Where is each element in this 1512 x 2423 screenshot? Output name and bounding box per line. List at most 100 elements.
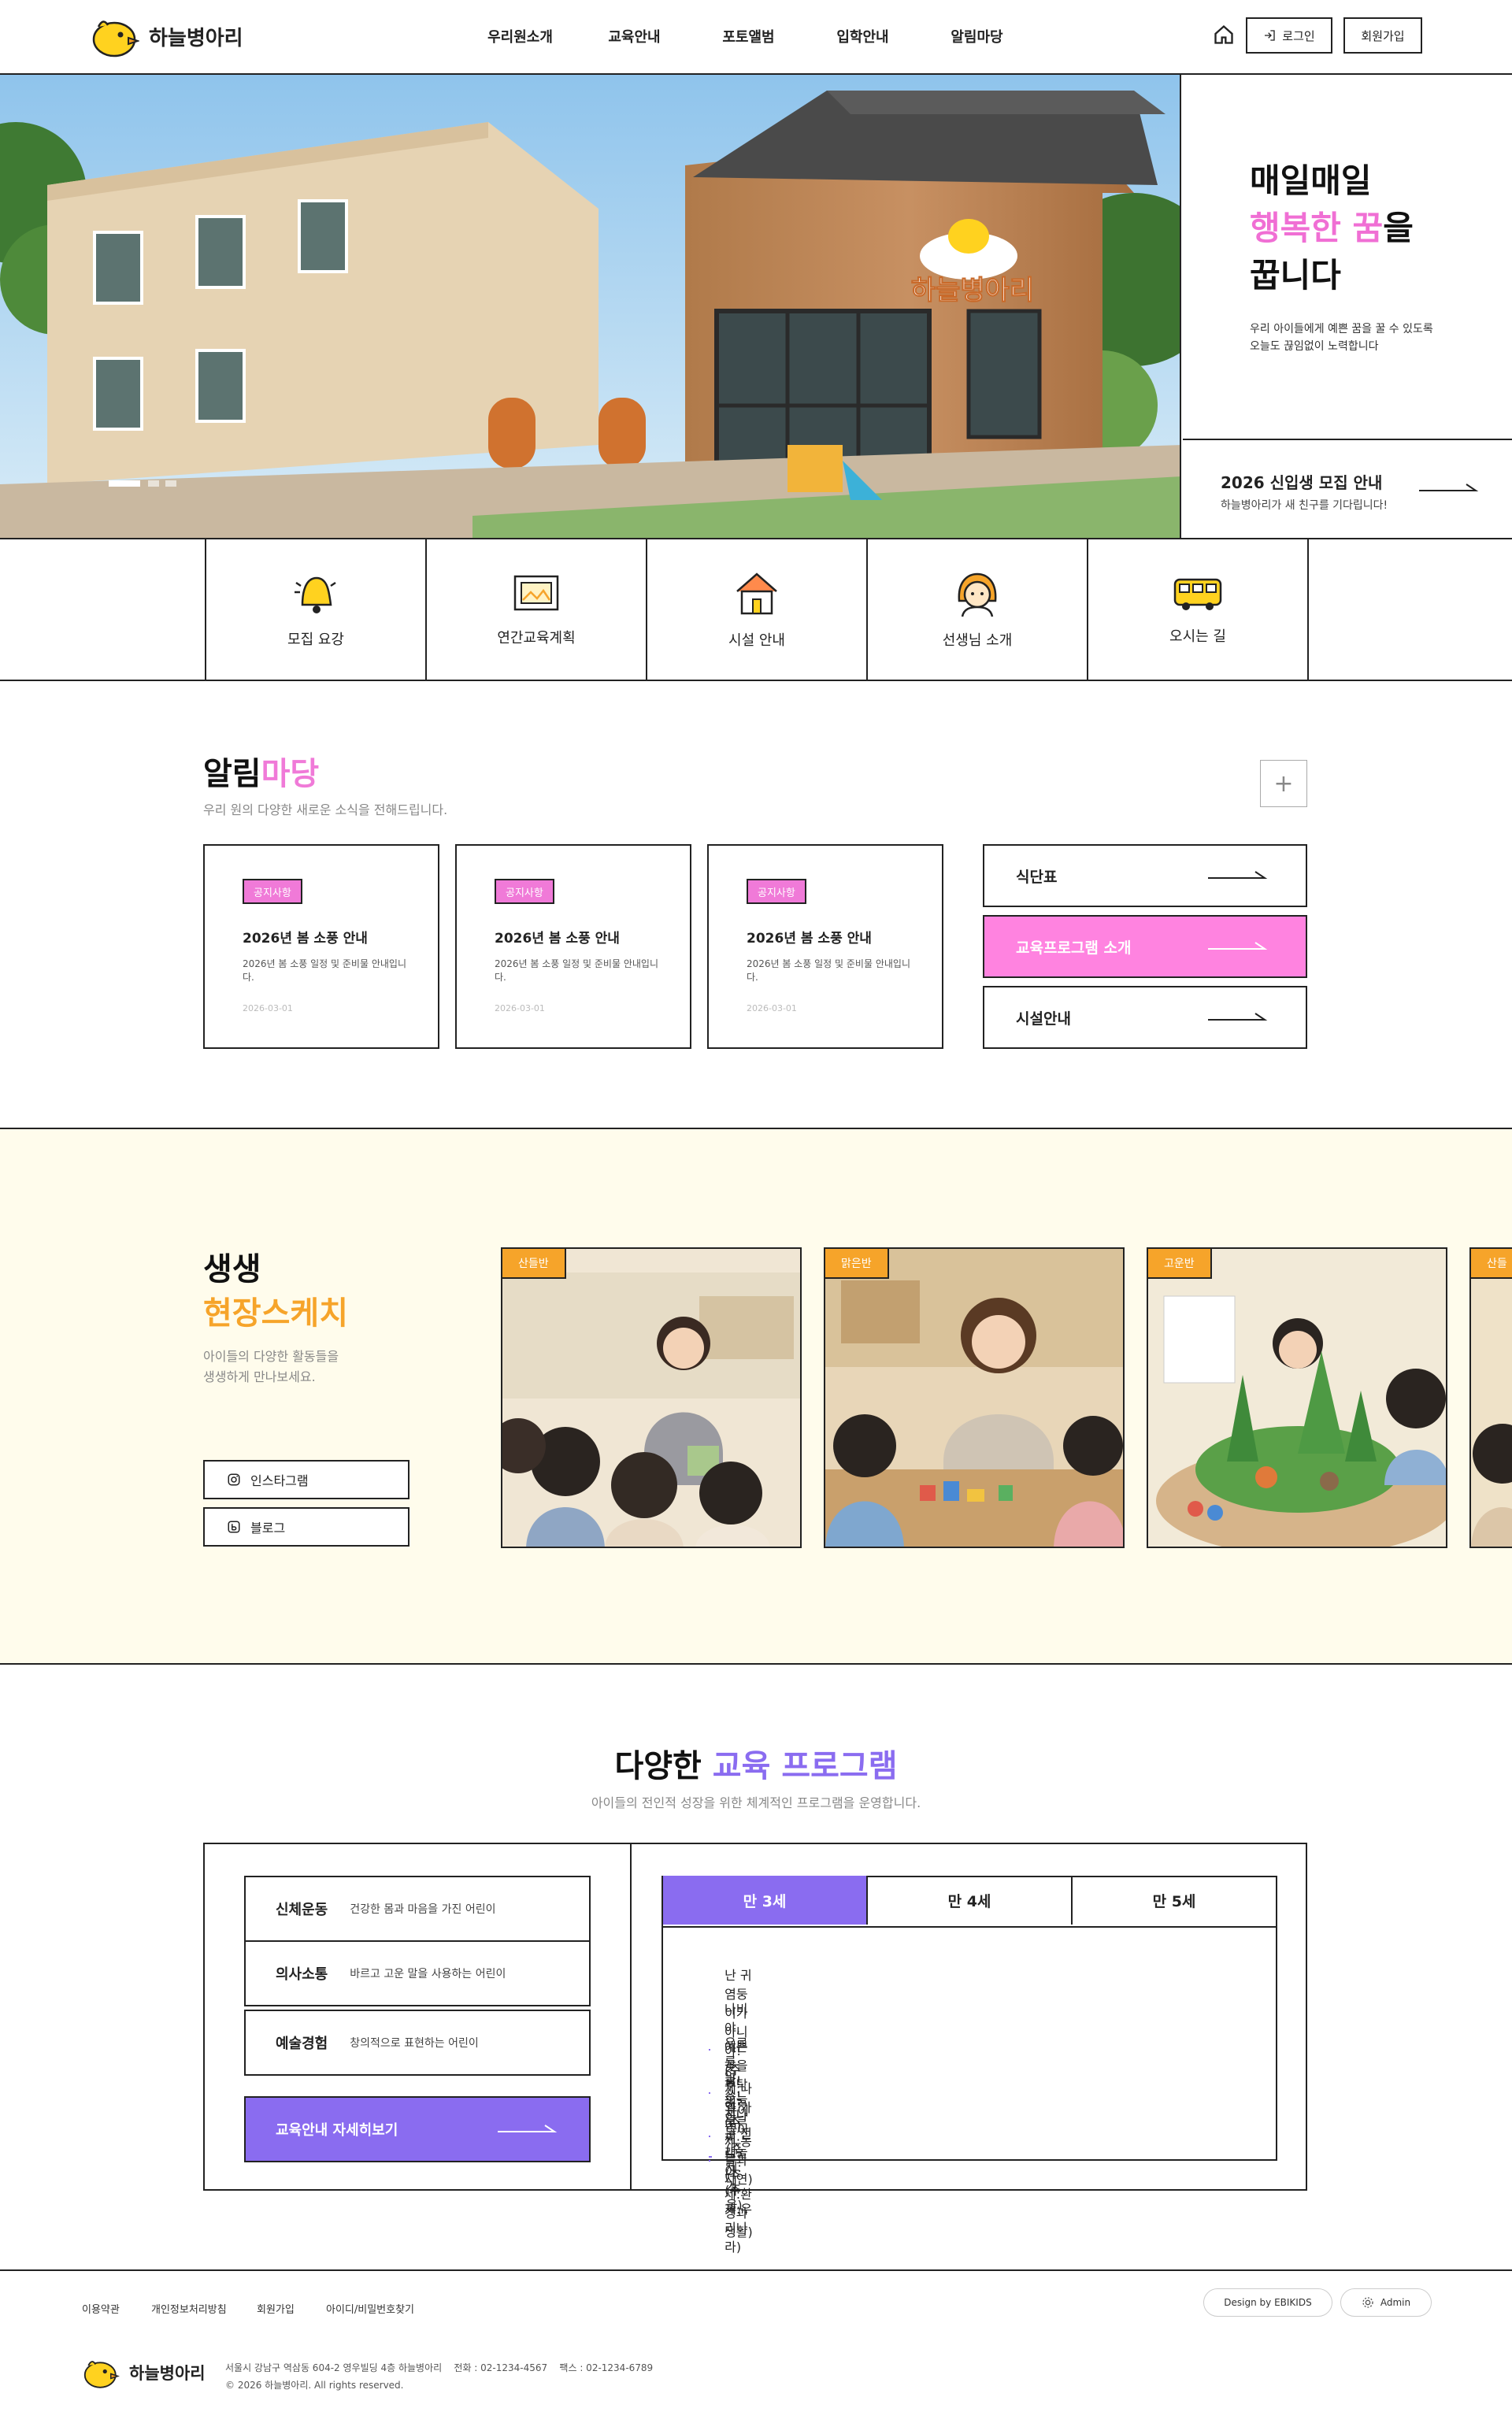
main-nav: 우리원소개 교육안내 포토앨범 입학안내 알림마당 (463, 0, 1034, 72)
hero-image: 하늘병아리 (0, 75, 1181, 538)
sketch-title: 생생 현장스케치 (203, 1247, 348, 1336)
footer-link-privacy[interactable]: 개인정보처리방침 (151, 2301, 227, 2316)
link-facility-button[interactable]: 시설안내 (983, 986, 1307, 1049)
sketch-photo[interactable]: 고운반 (1147, 1247, 1447, 1548)
program-item-communication[interactable]: 의사소통 바르고 고운 말을 사용하는 어린이 (244, 1940, 591, 2006)
notice-card-date: 2026-03-01 (243, 1003, 293, 1013)
login-label: 로그인 (1282, 28, 1315, 43)
notice-card-desc: 2026년 봄 소풍 일정 및 준비물 안내입니다. (243, 958, 406, 983)
notice-card-title: 2026년 봄 소풍 안내 (243, 931, 368, 947)
program-detail-button[interactable]: 교육안내 자세히보기 (244, 2096, 591, 2162)
hero-title-line1: 매일매일 (1250, 161, 1372, 200)
tab-age-3[interactable]: 만 3세 (663, 1876, 868, 1925)
program-divider (630, 1844, 632, 2189)
notice-card-title: 2026년 봄 소풍 안내 (747, 931, 872, 947)
site-logo[interactable]: 하늘병아리 (91, 14, 243, 58)
admin-button[interactable]: Admin (1340, 2288, 1432, 2317)
program-item-art[interactable]: 예술경험 창의적으로 표현하는 어린이 (244, 2010, 591, 2076)
nav-item-education[interactable]: 교육안내 (577, 26, 691, 46)
sketch-section: 생생 현장스케치 아이들의 다양한 활동들을 생생하게 만나보세요. 인스타그램… (0, 1128, 1512, 1665)
footer-link-find-account[interactable]: 아이디/비밀번호찾기 (326, 2301, 414, 2316)
quick-label: 연간교육계획 (497, 630, 576, 647)
hero-desc-line2: 오늘도 끊임없이 노력합니다 (1250, 340, 1379, 353)
footer-link-terms[interactable]: 이용약관 (82, 2301, 120, 2316)
link-meal-button[interactable]: 식단표 (983, 844, 1307, 907)
notice-card-date: 2026-03-01 (495, 1003, 545, 1013)
sketch-photo[interactable]: 산들반 (501, 1247, 802, 1548)
program-item-name: 신체운동 (276, 1902, 328, 1918)
notice-tag: 공지사항 (243, 879, 302, 904)
quick-item-recruit[interactable]: 모집 요강 (205, 539, 425, 680)
sketch-photo[interactable]: 산들 (1469, 1247, 1512, 1548)
blog-label: 블로그 (250, 1521, 286, 1536)
house-icon (736, 572, 777, 615)
quick-item-directions[interactable]: 오시는 길 (1087, 539, 1307, 680)
hero-title-line2: 을 (1383, 209, 1414, 247)
nav-item-admission[interactable]: 입학안내 (806, 26, 920, 46)
photo-image (1148, 1249, 1446, 1547)
program-subtitle: 아이들의 전인적 성장을 위한 체계적인 프로그램을 운영합니다. (591, 1795, 921, 1810)
footer-link-signup[interactable]: 회원가입 (257, 2301, 295, 2316)
notice-card-desc: 2026년 봄 소풍 일정 및 준비물 안내입니다. (747, 958, 910, 983)
program-item-physical[interactable]: 신체운동 건강한 몸과 마음을 가진 어린이 (244, 1876, 591, 1942)
chick-logo-icon (92, 20, 139, 57)
program-title: 다양한 교육 프로그램 (0, 1740, 1512, 1786)
login-button[interactable]: 로그인 (1246, 17, 1332, 54)
teacher-icon (958, 572, 997, 617)
sketch-photo[interactable]: 맑은반 (824, 1247, 1125, 1548)
photo-tag: 산들반 (502, 1249, 566, 1279)
arrow-right-icon (1208, 1013, 1268, 1021)
design-by-badge[interactable]: Design by EBIKIDS (1203, 2288, 1332, 2317)
sketch-title-a: 생생 (203, 1251, 261, 1287)
nav-item-about[interactable]: 우리원소개 (463, 26, 577, 46)
notice-more-button[interactable]: + (1260, 760, 1307, 807)
signup-button[interactable]: 회원가입 (1343, 17, 1422, 54)
hero-title-accent: 행복한 꿈 (1250, 209, 1384, 247)
quick-menu: 모집 요강 연간교육계획 시설 안내 선생님 소개 오시는 길 (0, 539, 1512, 681)
program-list-text: 눈이 좋아 (주제:겨울) (725, 2103, 750, 2213)
notice-card-title: 2026년 봄 소풍 안내 (495, 931, 620, 947)
program-item-desc: 건강한 몸과 마음을 가진 어린이 (350, 1903, 496, 1916)
arrow-right-icon (1208, 942, 1268, 950)
sketch-desc-line1: 아이들의 다양한 활동들을 (203, 1349, 339, 1364)
photo-tag: 산들 (1471, 1249, 1512, 1279)
sketch-desc-line2: 생생하게 만나보세요. (203, 1369, 316, 1384)
notice-card[interactable]: 공지사항 2026년 봄 소풍 안내 2026년 봄 소풍 일정 및 준비물 안… (455, 844, 691, 1049)
notice-card[interactable]: 공지사항 2026년 봄 소풍 안내 2026년 봄 소풍 일정 및 준비물 안… (203, 844, 439, 1049)
tab-age-5[interactable]: 만 5세 (1073, 1876, 1276, 1925)
notice-card[interactable]: 공지사항 2026년 봄 소풍 안내 2026년 봄 소풍 일정 및 준비물 안… (707, 844, 943, 1049)
photo-image (825, 1249, 1123, 1547)
nav-item-photo[interactable]: 포토앨범 (691, 26, 806, 46)
gear-icon (1362, 2297, 1373, 2308)
link-label: 교육프로그램 소개 (1016, 939, 1132, 957)
hero-desc-line1: 우리 아이들에게 예쁜 꿈을 꿀 수 있도록 (1250, 323, 1433, 335)
notice-tag: 공지사항 (495, 879, 554, 904)
footer-logo[interactable]: 하늘병아리 (82, 2356, 206, 2389)
quick-item-plan[interactable]: 연간교육계획 (425, 539, 646, 680)
home-icon[interactable] (1213, 24, 1235, 49)
instagram-label: 인스타그램 (250, 1473, 309, 1488)
quick-label: 모집 요강 (287, 632, 344, 648)
photo-tag: 맑은반 (825, 1249, 889, 1279)
link-label: 식단표 (1016, 868, 1058, 886)
blog-button[interactable]: 블로그 (203, 1507, 410, 1547)
notice-card-desc: 2026년 봄 소풍 일정 및 준비물 안내입니다. (495, 958, 658, 983)
quick-item-facility[interactable]: 시설 안내 (646, 539, 866, 680)
notice-subtitle: 우리 원의 다양한 새로운 소식을 전해드립니다. (203, 802, 448, 817)
arrow-right-icon (1208, 871, 1268, 879)
photo-tag: 고운반 (1148, 1249, 1212, 1279)
dash-icon (709, 2156, 712, 2158)
nav-item-notice[interactable]: 알림마당 (920, 26, 1034, 46)
picture-frame-icon (513, 575, 559, 611)
program-detail-label: 교육안내 자세히보기 (276, 2122, 398, 2139)
link-program-button[interactable]: 교육프로그램 소개 (983, 915, 1307, 978)
hero-section: 하늘병아리 매일매일 행복한 꿈을 꿉니다 우리 아이들에게 예쁜 꿈을 꿀 수 (0, 75, 1512, 539)
quick-item-teachers[interactable]: 선생님 소개 (866, 539, 1087, 680)
recruit-title: 2026 신입생 모집 안내 (1221, 473, 1383, 492)
program-item-desc: 창의적으로 표현하는 어린이 (350, 2037, 479, 2050)
recruit-banner[interactable]: 2026 신입생 모집 안내 하늘병아리가 새 친구를 기다립니다! (1183, 439, 1512, 538)
site-header: 하늘병아리 우리원소개 교육안내 포토앨범 입학안내 알림마당 로그인 회원가입 (0, 0, 1512, 75)
tab-age-4[interactable]: 만 4세 (868, 1876, 1073, 1925)
instagram-button[interactable]: 인스타그램 (203, 1460, 410, 1499)
bus-icon (1173, 578, 1222, 610)
